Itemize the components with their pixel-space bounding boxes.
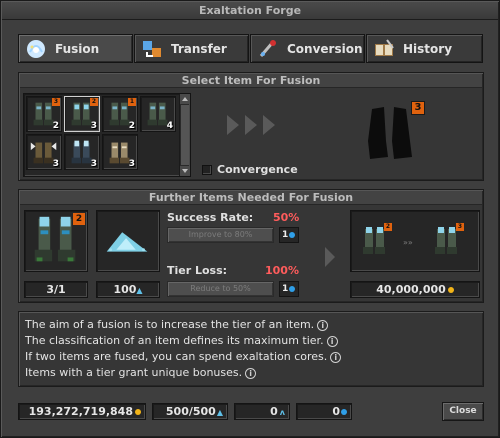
gold-coin-icon bbox=[447, 287, 454, 293]
reduce-loss-button[interactable]: Reduce to 50% bbox=[167, 281, 274, 297]
required-item-count: 3/1 bbox=[24, 281, 88, 298]
scrollbar-arrows bbox=[180, 94, 190, 176]
info-line: The classification of an item defines it… bbox=[25, 334, 338, 347]
close-button[interactable]: Close bbox=[442, 402, 484, 421]
tier-loss-value: 100% bbox=[265, 264, 299, 277]
tier-badge: 2 bbox=[90, 98, 98, 106]
item-slot[interactable]: 3 bbox=[26, 134, 62, 170]
tab-fusion-label: Fusion bbox=[55, 41, 100, 56]
info-text: The classification of an item defines it… bbox=[25, 334, 324, 347]
dust-icon: ▲ bbox=[136, 286, 143, 295]
info-line: If two items are fused, you can spend ex… bbox=[25, 350, 342, 363]
convergence-label: Convergence bbox=[217, 163, 298, 176]
exaltation-forge-window: Exaltation Forge Fusion Transfer Convers… bbox=[0, 0, 500, 438]
result-arrow-icon bbox=[325, 247, 335, 267]
item-count: 3 bbox=[52, 159, 59, 169]
select-item-panel: Select Item For Fusion 3 2 2 3 1 2 4 3 3… bbox=[18, 72, 484, 181]
dust-slot bbox=[96, 210, 160, 272]
tier-badge: 3 bbox=[52, 98, 60, 106]
exaltation-core-icon bbox=[289, 231, 296, 238]
fusion-arrows-icon bbox=[227, 115, 275, 135]
conversion-icon bbox=[259, 39, 276, 57]
improve-core-toggle[interactable]: 1 bbox=[279, 227, 299, 243]
improve-success-button[interactable]: Improve to 80% bbox=[167, 227, 274, 243]
info-icon[interactable]: i bbox=[330, 351, 342, 363]
tab-conversion-label: Conversion bbox=[287, 41, 363, 56]
required-item-slot: 2 bbox=[24, 210, 88, 272]
dust-balance: 500/500▲ bbox=[152, 403, 228, 420]
item-slot[interactable]: 3 bbox=[64, 134, 100, 170]
item-count: 3 bbox=[128, 159, 135, 169]
fusion-result-icon: »» bbox=[363, 227, 457, 254]
gold-coin-icon bbox=[135, 409, 141, 415]
info-icon[interactable]: i bbox=[317, 319, 329, 331]
tab-transfer[interactable]: Transfer bbox=[134, 34, 249, 63]
info-panel: The aim of a fusion is to increase the t… bbox=[18, 311, 484, 387]
dust-pile-icon bbox=[106, 232, 148, 252]
sliver-icon: ᴧ bbox=[279, 408, 285, 417]
tab-history[interactable]: History bbox=[366, 34, 483, 63]
fusion-icon bbox=[27, 39, 45, 58]
fusion-price-value: 40,000,000 bbox=[376, 283, 446, 296]
item-count: 2 bbox=[128, 121, 135, 131]
preview-tier-badge: 3 bbox=[411, 101, 425, 115]
gold-balance-value: 193,272,719,848 bbox=[28, 405, 133, 418]
info-line: The aim of a fusion is to increase the t… bbox=[25, 318, 329, 331]
result-from-tier-badge: 2 bbox=[384, 223, 392, 231]
required-tier-badge: 2 bbox=[73, 213, 85, 225]
item-count: 2 bbox=[52, 121, 59, 131]
select-item-header: Select Item For Fusion bbox=[20, 74, 482, 88]
item-count: 4 bbox=[166, 121, 173, 131]
info-line: Items with a tier grant unique bonuses. i bbox=[25, 366, 257, 379]
fusion-price: 40,000,000 bbox=[350, 281, 480, 298]
info-icon[interactable]: i bbox=[245, 367, 257, 379]
item-slot[interactable]: 3 bbox=[102, 134, 138, 170]
tab-transfer-label: Transfer bbox=[171, 41, 227, 56]
item-list-scrollbar[interactable] bbox=[179, 94, 190, 176]
dust-amount: 100▲ bbox=[96, 281, 160, 298]
reduce-core-cost: 1 bbox=[282, 284, 289, 294]
item-count: 3 bbox=[90, 159, 97, 169]
exaltation-core-icon bbox=[341, 409, 347, 415]
result-to-tier-badge: 3 bbox=[456, 223, 464, 231]
item-slot-selected[interactable]: 2 3 bbox=[64, 96, 100, 132]
sliver-balance-value: 0 bbox=[270, 405, 278, 418]
sliver-balance: 0ᴧ bbox=[234, 403, 290, 420]
info-text: The aim of a fusion is to increase the t… bbox=[25, 318, 315, 331]
fusion-result-slot: »» 2 3 bbox=[350, 210, 480, 272]
core-balance: 0 bbox=[296, 403, 352, 420]
tier-loss-label: Tier Loss: bbox=[167, 264, 228, 277]
tab-fusion[interactable]: Fusion bbox=[18, 34, 133, 63]
item-slot[interactable]: 4 bbox=[140, 96, 176, 132]
info-text: If two items are fused, you can spend ex… bbox=[25, 350, 328, 363]
further-items-header: Further Items Needed For Fusion bbox=[20, 191, 482, 205]
convergence-checkbox[interactable] bbox=[202, 165, 212, 175]
item-slot[interactable]: 3 2 bbox=[26, 96, 62, 132]
tab-conversion[interactable]: Conversion bbox=[250, 34, 365, 63]
gold-balance: 193,272,719,848 bbox=[18, 403, 146, 420]
improve-core-cost: 1 bbox=[282, 230, 289, 240]
success-rate-label: Success Rate: bbox=[167, 211, 254, 224]
item-slot[interactable]: 1 2 bbox=[102, 96, 138, 132]
info-text: Items with a tier grant unique bonuses. bbox=[25, 366, 243, 379]
tier-badge: 1 bbox=[128, 98, 136, 106]
exaltation-core-icon bbox=[289, 285, 296, 292]
dust-amount-value: 100 bbox=[113, 283, 137, 296]
dust-icon: ▲ bbox=[216, 408, 223, 417]
success-rate-value: 50% bbox=[273, 211, 300, 224]
info-icon[interactable]: i bbox=[326, 335, 338, 347]
reduce-core-toggle[interactable]: 1 bbox=[279, 281, 299, 297]
core-balance-value: 0 bbox=[332, 405, 340, 418]
item-count: 3 bbox=[90, 121, 97, 131]
tab-history-label: History bbox=[403, 41, 453, 56]
transfer-icon bbox=[143, 40, 161, 57]
further-items-panel: Further Items Needed For Fusion 2 3/1 10… bbox=[18, 189, 484, 303]
dust-balance-value: 500/500 bbox=[165, 405, 216, 418]
window-title: Exaltation Forge bbox=[2, 2, 498, 20]
history-icon bbox=[375, 38, 394, 56]
svg-text:»»: »» bbox=[403, 238, 413, 247]
